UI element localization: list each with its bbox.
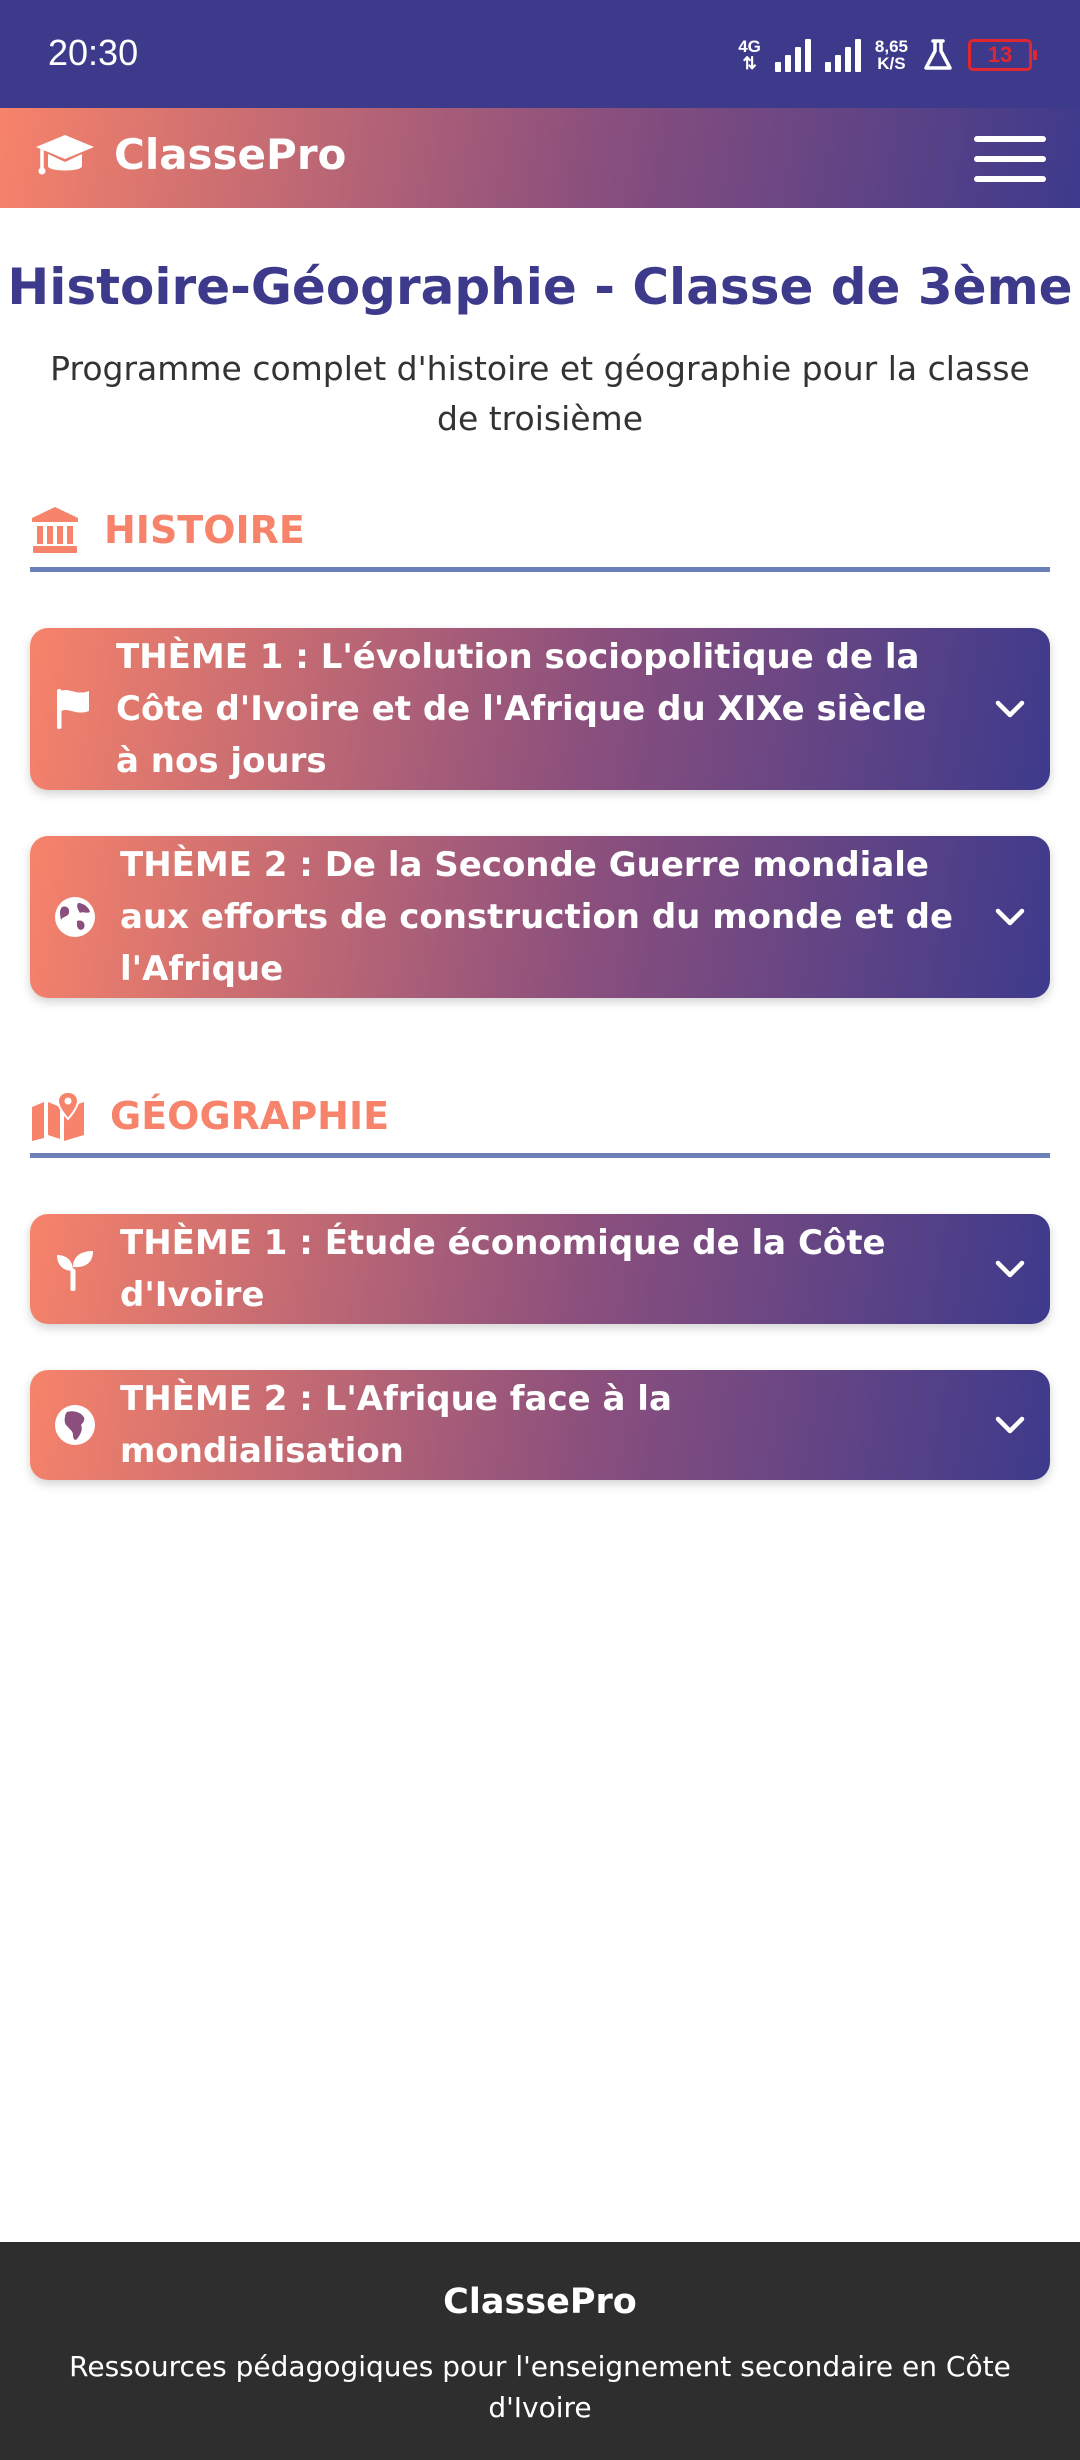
battery-icon: 13 — [968, 39, 1037, 71]
globe-africa-icon — [55, 1405, 95, 1445]
theme-card-histoire-2[interactable]: THÈME 2 : De la Seconde Guerre mondiale … — [30, 836, 1050, 998]
theme-title: THÈME 1 : L'évolution sociopolitique de … — [116, 637, 927, 781]
status-time: 20:30 — [48, 32, 139, 73]
globe-icon — [55, 897, 95, 937]
app-header: ClassePro — [0, 108, 1080, 208]
theme-card-geographie-2[interactable]: THÈME 2 : L'Afrique face à la mondialisa… — [30, 1370, 1050, 1480]
hamburger-menu-button[interactable] — [974, 136, 1046, 182]
status-icons: 4G ⇅ 8,65 K/S 13 — [738, 30, 1037, 80]
chevron-down-icon — [995, 1260, 1025, 1278]
theme-title: THÈME 2 : L'Afrique face à la mondialisa… — [120, 1379, 672, 1471]
status-bar: 20:30 4G ⇅ 8,65 K/S 13 — [0, 0, 1080, 108]
theme-title: THÈME 1 : Étude économique de la Côte d'… — [120, 1223, 886, 1315]
flask-icon — [924, 39, 952, 70]
signal-bars-icon — [774, 38, 811, 72]
theme-card-histoire-1[interactable]: THÈME 1 : L'évolution sociopolitique de … — [30, 628, 1050, 790]
theme-title: THÈME 2 : De la Seconde Guerre mondiale … — [120, 845, 953, 989]
network-speed: 8,65 K/S — [874, 37, 908, 73]
section-header-geographie: GÉOGRAPHIE — [30, 1078, 1050, 1158]
graduation-cap-icon — [36, 134, 94, 174]
footer-subtitle: Ressources pédagogiques pour l'enseignem… — [69, 2350, 1011, 2424]
brand-logo[interactable]: ClassePro — [34, 130, 346, 179]
theme-card-geographie-1[interactable]: THÈME 1 : Étude économique de la Côte d'… — [30, 1214, 1050, 1324]
chevron-down-icon — [995, 908, 1025, 926]
network-type-indicator: 4G ⇅ — [738, 37, 761, 73]
landmark-icon — [32, 506, 78, 553]
section-title-geographie: GÉOGRAPHIE — [110, 1093, 390, 1138]
flag-icon — [57, 689, 89, 729]
seedling-icon — [57, 1251, 93, 1291]
map-marked-icon — [32, 1090, 84, 1141]
chevron-down-icon — [995, 700, 1025, 718]
section-title-histoire: HISTOIRE — [104, 507, 305, 552]
chevron-down-icon — [995, 1416, 1025, 1434]
signal-bars-icon — [824, 38, 861, 72]
brand-name: ClassePro — [114, 130, 347, 179]
footer: ClassePro Ressources pédagogiques pour l… — [0, 2242, 1080, 2460]
page-subtitle: Programme complet d'histoire et géograph… — [50, 349, 1030, 438]
footer-title: ClassePro — [443, 2282, 637, 2322]
page-title: Histoire-Géographie - Classe de 3ème — [7, 258, 1073, 316]
section-header-histoire: HISTOIRE — [30, 492, 1050, 572]
